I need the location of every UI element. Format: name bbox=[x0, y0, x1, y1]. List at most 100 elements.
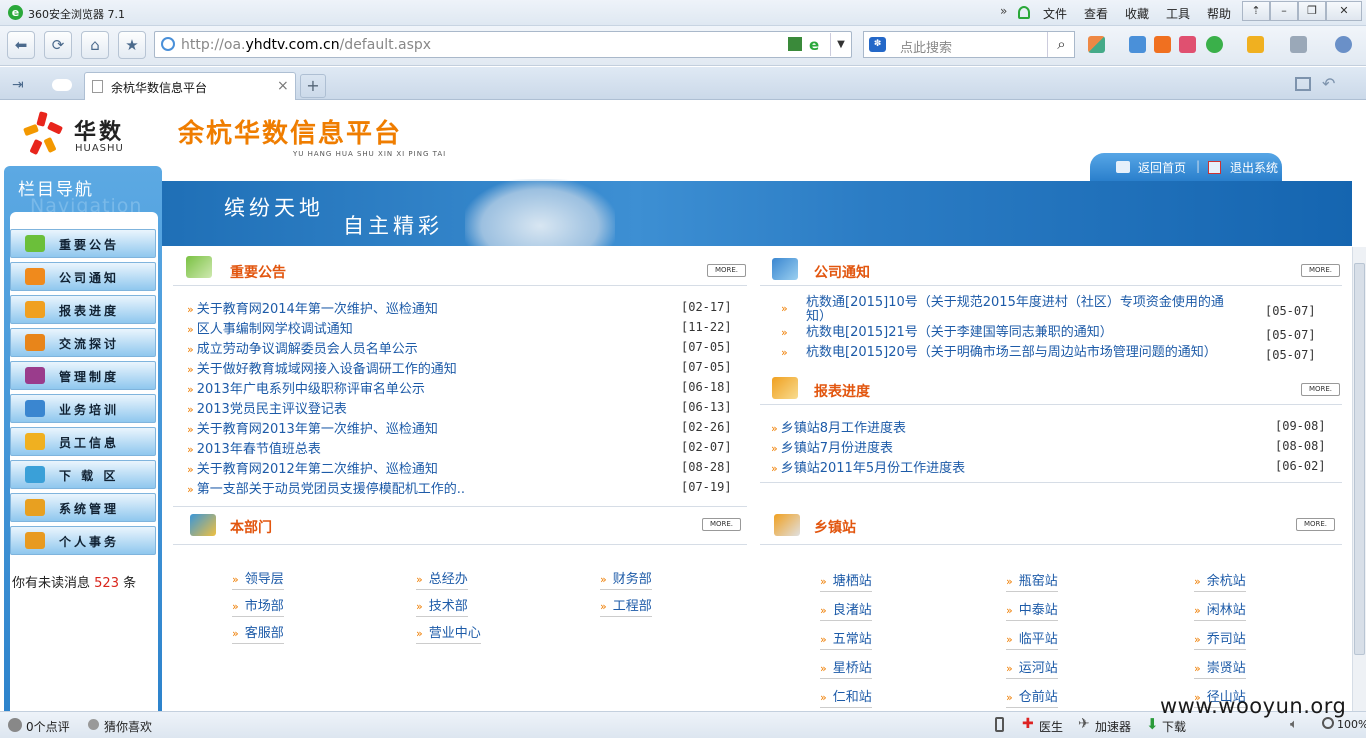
station-text[interactable]: 运河站 bbox=[1019, 661, 1058, 676]
status-guess[interactable]: 猜你喜欢 bbox=[104, 718, 152, 735]
report-link[interactable]: » 乡镇站7月份进度表 bbox=[771, 437, 893, 456]
volume-icon[interactable]: 🔈︎ bbox=[1290, 717, 1298, 732]
station-text[interactable]: 乔司站 bbox=[1207, 632, 1246, 647]
station-text[interactable]: 五常站 bbox=[833, 632, 872, 647]
station-text[interactable]: 临平站 bbox=[1019, 632, 1058, 647]
status-zoom[interactable]: 100% bbox=[1337, 718, 1366, 731]
notice-link[interactable]: 杭数通[2015]10号（关于规范2015年度进村（社区）专项资金使用的通 知） bbox=[806, 296, 1224, 324]
announcement-link[interactable]: » 第一支部关于动员党团员支援停模配机工作的.. bbox=[187, 478, 465, 497]
report-text[interactable]: 乡镇站8月工作进度表 bbox=[781, 421, 906, 436]
home-link[interactable]: 返回首页 bbox=[1138, 159, 1186, 176]
more-button-reports[interactable]: MORE. bbox=[1301, 383, 1340, 396]
sidebar-item-4[interactable]: 管理制度 bbox=[10, 361, 156, 390]
search-icon[interactable]: ⌕ bbox=[1047, 32, 1075, 57]
department-text[interactable]: 市场部 bbox=[245, 599, 284, 614]
announcement-link[interactable]: » 区人事编制网学校调试通知 bbox=[187, 318, 353, 337]
station-link[interactable]: » 乔司站 bbox=[1194, 628, 1246, 650]
department-link[interactable]: » 财务部 bbox=[600, 568, 652, 590]
station-link[interactable]: » 仁和站 bbox=[820, 686, 872, 708]
ie-mode-icon[interactable]: e bbox=[809, 36, 819, 54]
department-text[interactable]: 客服部 bbox=[245, 626, 284, 641]
scrollbar-thumb[interactable] bbox=[1354, 263, 1365, 655]
station-link[interactable]: » 临平站 bbox=[1006, 628, 1058, 650]
sidebar-item-5[interactable]: 业务培训 bbox=[10, 394, 156, 423]
station-text[interactable]: 塘栖站 bbox=[833, 574, 872, 589]
department-link[interactable]: » 领导层 bbox=[232, 568, 284, 590]
report-text[interactable]: 乡镇站2011年5月份工作进度表 bbox=[781, 461, 965, 476]
station-link[interactable]: » 仓前站 bbox=[1006, 686, 1058, 708]
announcement-text[interactable]: 关于教育网2012年第二次维护、巡检通知 bbox=[197, 462, 438, 477]
more-button-stations[interactable]: MORE. bbox=[1296, 518, 1335, 531]
station-link[interactable]: » 闲林站 bbox=[1194, 599, 1246, 621]
address-url[interactable]: http://oa.yhdtv.com.cn/default.aspx bbox=[181, 37, 431, 53]
department-text[interactable]: 领导层 bbox=[245, 572, 284, 587]
sidebar-item-2[interactable]: 报表进度 bbox=[10, 295, 156, 324]
station-link[interactable]: » 塘栖站 bbox=[820, 570, 872, 592]
sidebar-item-8[interactable]: 系统管理 bbox=[10, 493, 156, 522]
station-link[interactable]: » 瓶窑站 bbox=[1006, 570, 1058, 592]
unread-count[interactable]: 523 bbox=[94, 576, 119, 591]
station-link[interactable]: » 五常站 bbox=[820, 628, 872, 650]
department-link[interactable]: » 工程部 bbox=[600, 595, 652, 617]
restore-button[interactable]: ❐ bbox=[1298, 1, 1326, 21]
status-accelerator[interactable]: 加速器 bbox=[1095, 718, 1131, 735]
sidebar-item-9[interactable]: 个人事务 bbox=[10, 526, 156, 555]
baidu-paw-icon[interactable]: ✽ bbox=[869, 37, 886, 52]
sidebar-toggle-icon[interactable]: ⇥ bbox=[12, 77, 24, 93]
home-icon[interactable]: ⌂ bbox=[81, 31, 109, 59]
notice-text[interactable]: 杭数通[2015]10号（关于规范2015年度进村（社区）专项资金使用的通 bbox=[806, 296, 1224, 310]
skin-button[interactable]: ⇡ bbox=[1242, 1, 1270, 21]
logout-link[interactable]: 退出系统 bbox=[1230, 159, 1278, 176]
calendar-icon[interactable] bbox=[1129, 36, 1146, 53]
station-text[interactable]: 星桥站 bbox=[833, 661, 872, 676]
station-link[interactable]: » 良渚站 bbox=[820, 599, 872, 621]
status-comments[interactable]: 0个点评 bbox=[26, 718, 70, 735]
station-link[interactable]: » 运河站 bbox=[1006, 657, 1058, 679]
announcement-link[interactable]: » 成立劳动争议调解委员会人员名单公示 bbox=[187, 338, 418, 357]
announcement-text[interactable]: 关于教育网2014年第一次维护、巡检通知 bbox=[197, 302, 438, 317]
station-text[interactable]: 良渚站 bbox=[833, 603, 872, 618]
back-icon[interactable]: ⬅ bbox=[7, 31, 35, 59]
more-button-announcements[interactable]: MORE. bbox=[707, 264, 746, 277]
refresh-icon[interactable]: ⟳ bbox=[44, 31, 72, 59]
sidebar-item-0[interactable]: 重要公告 bbox=[10, 229, 156, 258]
new-tab-button[interactable]: + bbox=[300, 74, 326, 98]
station-text[interactable]: 崇贤站 bbox=[1207, 661, 1246, 676]
vertical-scrollbar[interactable] bbox=[1352, 247, 1366, 711]
station-text[interactable]: 余杭站 bbox=[1207, 574, 1246, 589]
menu-help[interactable]: 帮助 bbox=[1207, 5, 1231, 22]
money-icon[interactable] bbox=[1206, 36, 1223, 53]
announcement-text[interactable]: 关于教育网2013年第一次维护、巡检通知 bbox=[197, 422, 438, 437]
announcement-link[interactable]: » 2013年广电系列中级职称评审名单公示 bbox=[187, 378, 425, 397]
flight-icon[interactable] bbox=[1154, 36, 1171, 53]
department-text[interactable]: 技术部 bbox=[429, 599, 468, 614]
dropdown-chevron-icon[interactable]: ▼ bbox=[830, 33, 851, 56]
department-text[interactable]: 营业中心 bbox=[429, 626, 481, 641]
address-bar[interactable]: http://oa.yhdtv.com.cn/default.aspx e ▼ bbox=[154, 31, 852, 58]
tab-list-icon[interactable] bbox=[1295, 77, 1311, 91]
department-link[interactable]: » 总经办 bbox=[416, 568, 468, 590]
announcement-text[interactable]: 第一支部关于动员党团员支援停模配机工作的.. bbox=[197, 482, 465, 497]
game-icon[interactable] bbox=[1247, 36, 1264, 53]
cloud-icon[interactable] bbox=[52, 79, 72, 91]
menu-tools[interactable]: 工具 bbox=[1166, 5, 1190, 22]
status-download[interactable]: 下载 bbox=[1162, 718, 1186, 735]
department-link[interactable]: » 市场部 bbox=[232, 595, 284, 617]
sidebar-item-6[interactable]: 员工信息 bbox=[10, 427, 156, 456]
announcement-text[interactable]: 2013年广电系列中级职称评审名单公示 bbox=[197, 382, 425, 397]
announcement-link[interactable]: » 关于教育网2014年第一次维护、巡检通知 bbox=[187, 298, 438, 317]
shopping-icon[interactable] bbox=[1179, 36, 1196, 53]
announcement-link[interactable]: » 2013年春节值班总表 bbox=[187, 438, 321, 457]
notice-text-cont[interactable]: 知） bbox=[806, 310, 1224, 324]
department-text[interactable]: 总经办 bbox=[429, 572, 468, 587]
department-text[interactable]: 财务部 bbox=[613, 572, 652, 587]
status-doctor[interactable]: 医生 bbox=[1039, 718, 1063, 735]
menu-file[interactable]: 文件 bbox=[1043, 5, 1067, 22]
more-button-department[interactable]: MORE. bbox=[702, 518, 741, 531]
department-link[interactable]: » 营业中心 bbox=[416, 622, 481, 644]
announcement-link[interactable]: » 关于教育网2013年第一次维护、巡检通知 bbox=[187, 418, 438, 437]
search-box[interactable]: ✽ 点此搜索 ⌕ bbox=[863, 31, 1075, 58]
qr-code-icon[interactable] bbox=[788, 37, 802, 51]
tab-active[interactable]: 余杭华数信息平台 × bbox=[84, 72, 296, 100]
report-link[interactable]: » 乡镇站2011年5月份工作进度表 bbox=[771, 457, 965, 476]
